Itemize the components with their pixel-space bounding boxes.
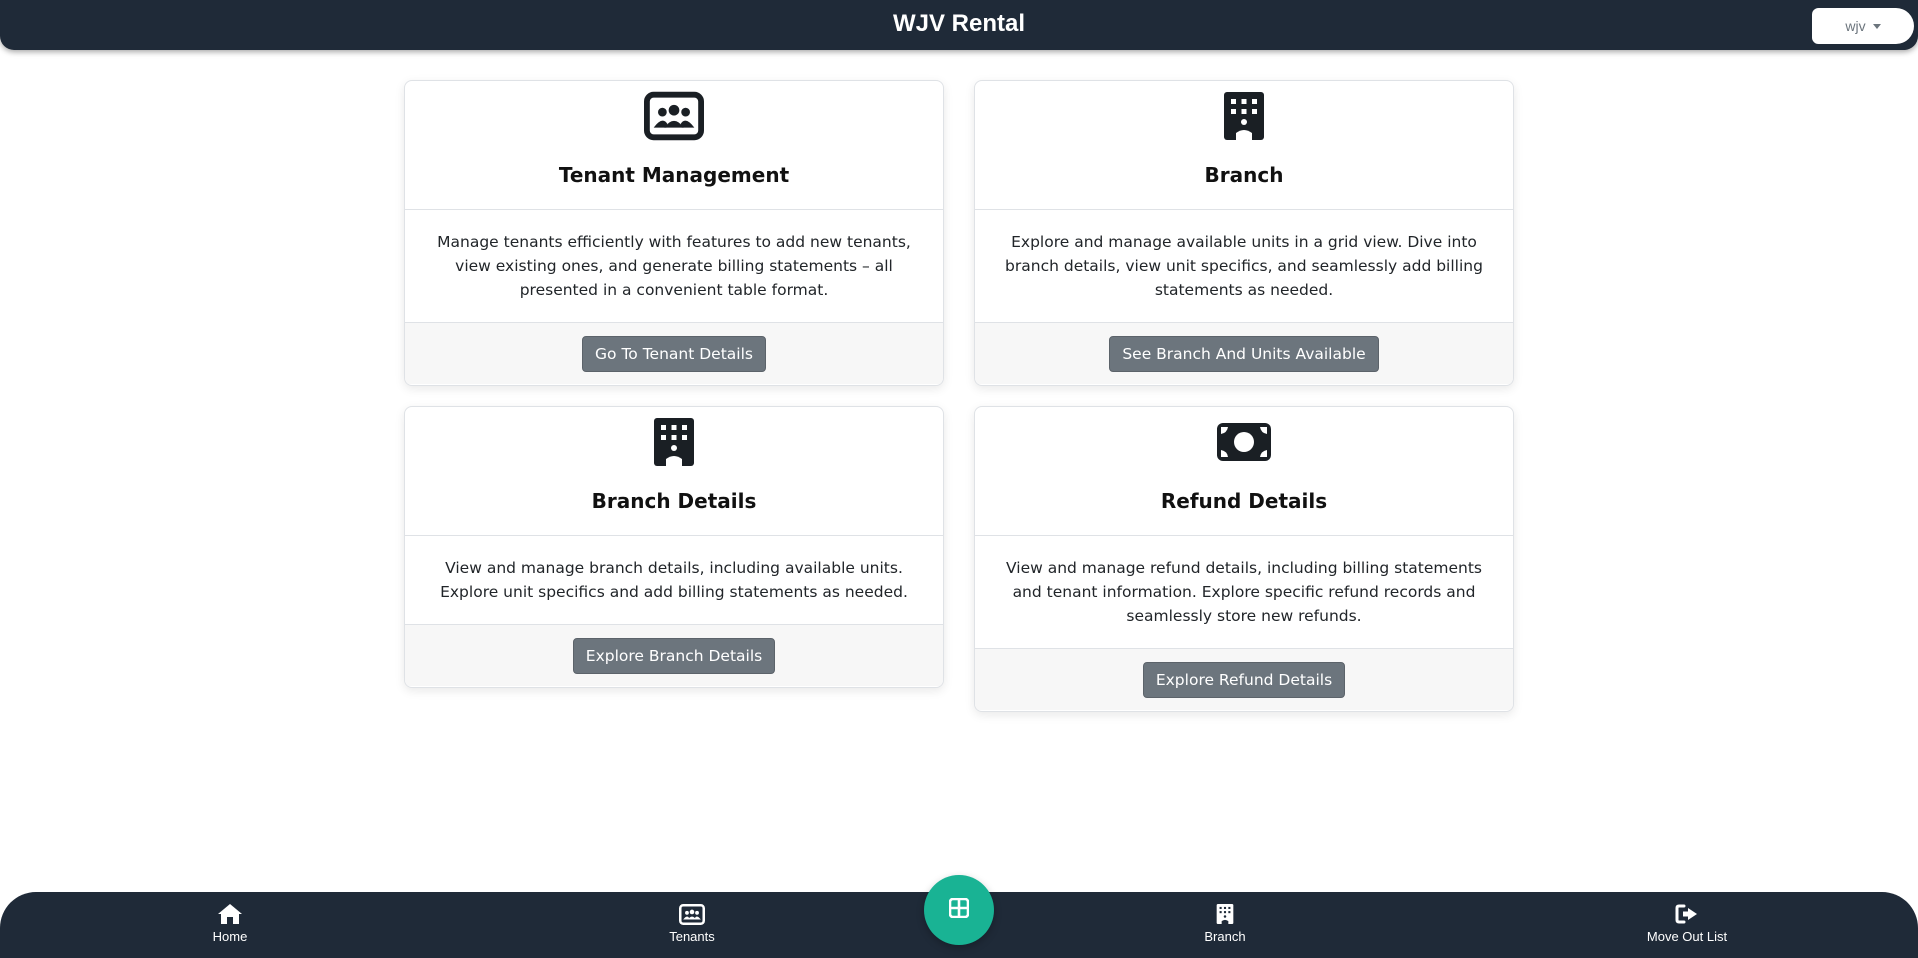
building-icon [1215, 902, 1235, 926]
go-to-tenant-details-button[interactable]: Go To Tenant Details [582, 335, 766, 372]
building-icon [1214, 91, 1274, 141]
user-menu-label: wjv [1845, 18, 1866, 34]
money-bill-icon [1214, 417, 1274, 467]
card-footer: Explore Branch Details [405, 624, 943, 686]
people-card-icon [679, 902, 705, 926]
nav-item-home[interactable]: Home [160, 902, 300, 944]
card-description: View and manage branch details, includin… [440, 559, 908, 601]
app-title: WJV Rental [892, 10, 1026, 37]
home-icon [217, 902, 243, 926]
card-header: Tenant Management [405, 81, 943, 210]
card-description: View and manage refund details, includin… [1006, 559, 1482, 625]
card-title: Refund Details [1160, 489, 1328, 513]
branch-card: Branch Explore and manage available unit… [974, 80, 1514, 386]
card-header: Branch [975, 81, 1513, 210]
branch-details-card: Branch Details View and manage branch de… [404, 406, 944, 688]
card-header: Branch Details [405, 407, 943, 536]
explore-branch-details-button[interactable]: Explore Branch Details [572, 637, 776, 674]
building-icon [644, 417, 704, 467]
dashboard-fab-button[interactable] [924, 875, 994, 945]
tenant-management-card: Tenant Management Manage tenants efficie… [404, 80, 944, 386]
user-menu-dropdown[interactable]: wjv [1812, 8, 1914, 44]
nav-label: Branch [1204, 929, 1246, 944]
nav-label: Tenants [669, 929, 715, 944]
card-footer: See Branch And Units Available [975, 322, 1513, 384]
card-title: Tenant Management [558, 163, 790, 187]
card-header: Refund Details [975, 407, 1513, 536]
nav-item-move-out-list[interactable]: Move Out List [1617, 902, 1757, 944]
nav-label: Home [212, 929, 248, 944]
nav-item-tenants[interactable]: Tenants [622, 902, 762, 944]
card-title: Branch [1204, 163, 1284, 187]
chevron-down-icon [1872, 23, 1881, 29]
refund-details-card: Refund Details View and manage refund de… [974, 406, 1514, 712]
people-card-icon [644, 91, 704, 141]
card-footer: Go To Tenant Details [405, 322, 943, 384]
nav-item-branch[interactable]: Branch [1155, 902, 1295, 944]
card-description: Explore and manage available units in a … [1005, 233, 1483, 299]
grid-icon [948, 897, 970, 922]
card-description: Manage tenants efficiently with features… [437, 233, 911, 299]
card-title: Branch Details [591, 489, 757, 513]
card-footer: Explore Refund Details [975, 648, 1513, 710]
explore-refund-details-button[interactable]: Explore Refund Details [1142, 661, 1346, 698]
nav-label: Move Out List [1646, 929, 1728, 944]
sign-out-icon [1675, 902, 1699, 926]
top-navbar: WJV Rental wjv [0, 0, 1918, 50]
see-branch-units-button[interactable]: See Branch And Units Available [1109, 335, 1379, 372]
